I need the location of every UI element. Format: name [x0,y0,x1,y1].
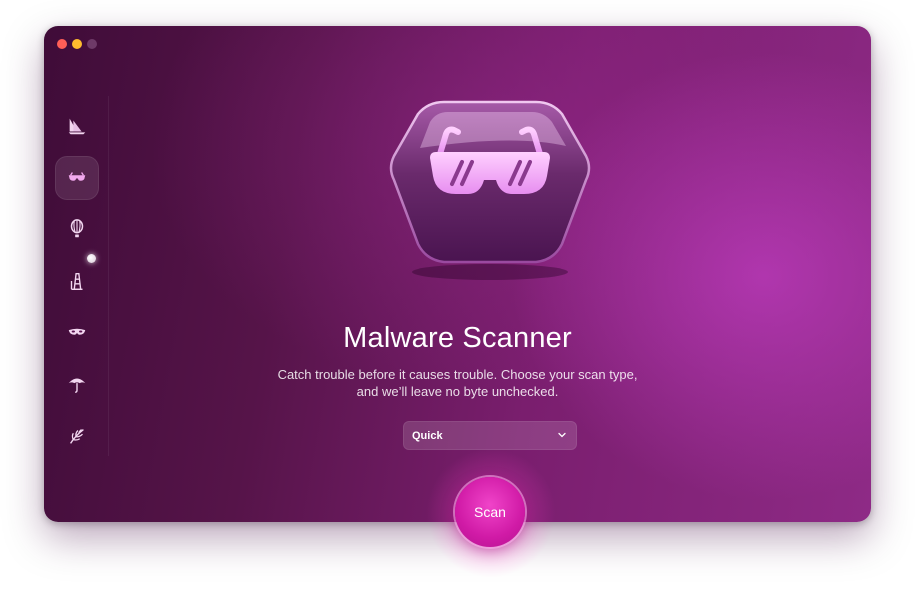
sunglasses-icon [68,172,86,181]
sunglasses-hero-icon [389,100,591,280]
notification-dot [87,254,96,263]
subtitle-line-2: and we’ll leave no byte unchecked. [356,384,559,399]
palm-leaf-icon [70,429,84,444]
scan-button-label: Scan [474,504,506,520]
sidebar [44,96,109,456]
tower-icon [70,272,83,290]
scan-button[interactable]: Scan [455,477,525,547]
sidebar-item-performance[interactable] [55,207,99,251]
sidebar-item-protection[interactable] [55,156,99,200]
zoom-window-button[interactable] [87,39,97,49]
scan-type-select[interactable]: Quick [403,421,577,450]
page-subtitle: Catch trouble before it causes trouble. … [44,366,871,400]
chevron-down-icon [558,432,566,438]
close-window-button[interactable] [57,39,67,49]
page-title: Malware Scanner [343,322,572,354]
sidebar-item-smart-scan[interactable] [55,104,99,148]
sailboat-icon [68,118,86,135]
sidebar-item-cleanup[interactable] [55,414,99,458]
app-window: Malware Scanner Catch trouble before it … [44,26,871,522]
sidebar-item-applications[interactable] [55,259,99,303]
balloon-icon [70,219,84,238]
scan-type-value: Quick [412,429,443,442]
subtitle-line-1: Catch trouble before it causes trouble. … [277,367,638,382]
minimize-window-button[interactable] [72,39,82,49]
